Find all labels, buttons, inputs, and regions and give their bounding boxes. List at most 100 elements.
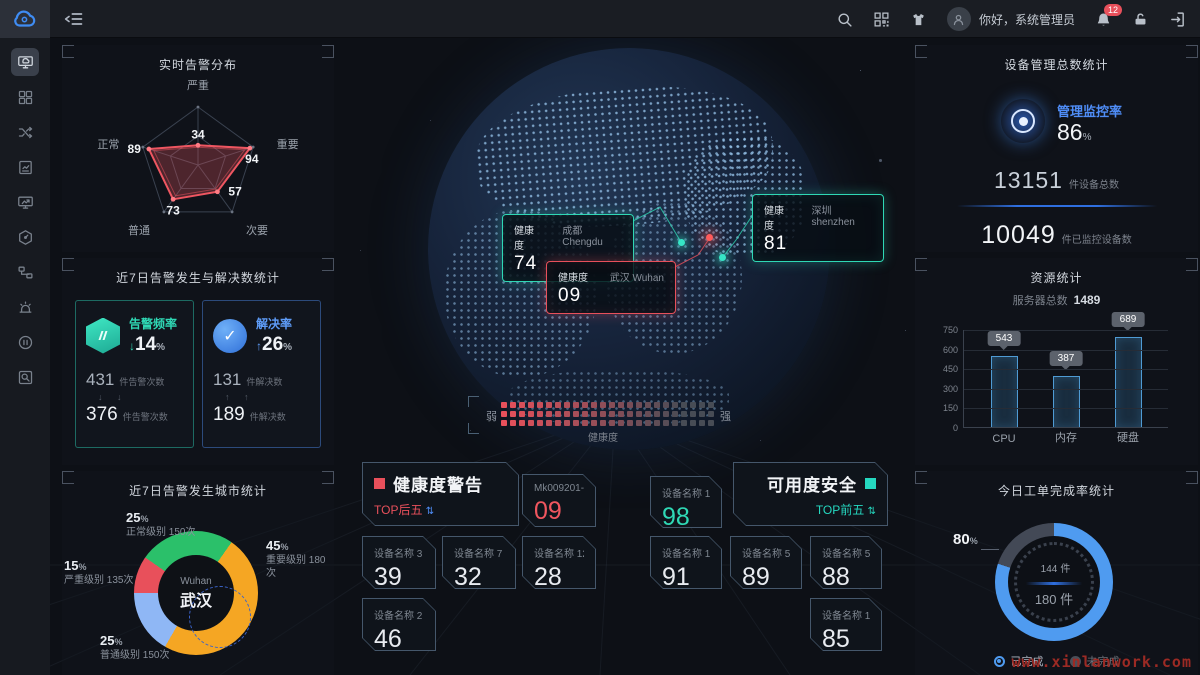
svg-text:89: 89 (128, 142, 142, 156)
collapse-menu-icon[interactable] (64, 9, 84, 29)
search-box-icon (17, 369, 34, 386)
alarm-frequency-card: 告警频率 ↓14% 431件告警次数 ↓ ↓ 376件告警次数 (75, 300, 194, 448)
monitored-total-row: 10049件已监控设备数 (915, 221, 1198, 250)
red-square-icon (374, 478, 385, 489)
device-card[interactable]: 设备名称 10 85 (810, 598, 882, 651)
x-label-memory: 内存 (1055, 429, 1077, 445)
bar-memory (1053, 376, 1080, 427)
warning-subtitle: TOP后五 (374, 503, 422, 517)
bell-icon[interactable]: 12 (1095, 11, 1112, 28)
teal-square-icon (865, 478, 876, 489)
health-strip: 弱 强 健康度 (468, 396, 768, 440)
topology-icon (17, 264, 34, 281)
sidebar-item-alarm[interactable] (11, 293, 39, 321)
svg-text:重要: 重要 (277, 137, 299, 151)
sidebar-item-cloud-monitor[interactable] (11, 48, 39, 76)
health-value: 09 (558, 285, 664, 307)
monitor-rate-label: 管理监控率 (1057, 101, 1122, 120)
svg-text:次要: 次要 (246, 223, 268, 237)
svg-text:34: 34 (191, 127, 205, 141)
warning-headline-panel: 健康度警告 TOP后五 ⇅ (362, 462, 519, 526)
device-card[interactable]: Mk009201-XLL... 09 (522, 474, 596, 527)
device-card[interactable]: 设备名称 2 46 (362, 598, 436, 651)
theme-shirt-icon[interactable] (910, 11, 927, 28)
dashboard-root: 你好，系统管理员 12 实时告警分布 3494577389严重重要次要普通正常 … (0, 0, 1200, 675)
watermark: www.xinlanwork.com (1011, 653, 1192, 671)
greeting-text: 你好，系统管理员 (979, 11, 1075, 28)
sidebar-item-report[interactable] (11, 153, 39, 181)
city-name-en: Wuhan (180, 576, 212, 587)
device-card[interactable]: 设备名称 12 28 (522, 536, 596, 589)
safety-title: 可用度安全 (767, 471, 857, 496)
alarm-count-now: 376 (86, 404, 118, 426)
strip-weak-label: 弱 (486, 408, 497, 424)
top-bar: 你好，系统管理员 12 (0, 0, 1200, 38)
radar-chart: 3494577389严重重要次要普通正常 (62, 71, 334, 247)
device-total-row: 13151件设备总数 (915, 167, 1198, 194)
panel-title: 近7日告警发生城市统计 (62, 471, 334, 499)
x-label-disk: 硬盘 (1117, 429, 1139, 445)
svg-text:94: 94 (245, 152, 259, 166)
dashboard-grid-icon (17, 89, 34, 106)
sidebar-item-audit[interactable] (11, 363, 39, 391)
lock-icon[interactable] (1132, 11, 1149, 28)
strip-axis-label: 健康度 (588, 429, 618, 444)
trend-arrows: ↑ ↑ (225, 392, 310, 402)
sidebar-item-dashboard[interactable] (11, 83, 39, 111)
y-tick: 150 (943, 403, 958, 413)
resolved-now: 189 (213, 404, 245, 426)
cloud-logo-icon (12, 6, 38, 32)
logout-icon[interactable] (1169, 11, 1186, 28)
sidebar-item-data-exchange[interactable] (11, 118, 39, 146)
avatar (947, 7, 971, 31)
device-card[interactable]: 设备名称 12 91 (650, 536, 722, 589)
legend-done-icon (994, 656, 1005, 667)
warning-title: 健康度警告 (393, 471, 483, 496)
svg-text:73: 73 (166, 203, 180, 217)
y-tick: 750 (943, 325, 958, 335)
map-tooltip-wuhan: 健康度武汉 Wuhan 09 (546, 261, 676, 314)
cloud-monitor-icon (17, 54, 34, 71)
device-card[interactable]: 设备名称 5 88 (810, 536, 882, 589)
map-marker-wuhan[interactable] (706, 234, 713, 241)
hex-gauge-icon (17, 229, 34, 246)
search-icon[interactable] (836, 11, 853, 28)
segment-label-normal: 25% 正常级别 150次 (126, 511, 195, 539)
map-marker-shenzhen[interactable] (719, 254, 726, 261)
qr-code-icon[interactable] (873, 11, 890, 28)
device-card[interactable]: 设备名称 5 89 (730, 536, 802, 589)
divider (1026, 582, 1082, 585)
sort-icon[interactable]: ⇅ (426, 506, 434, 517)
panel-alarm-stats: 近7日告警发生与解决数统计 告警频率 ↓14% 431件告警次数 ↓ ↓ 376… (62, 258, 334, 465)
account-menu[interactable]: 你好，系统管理员 (947, 7, 1075, 31)
panel-title: 设备管理总数统计 (915, 45, 1198, 73)
sidebar-item-gauge[interactable] (11, 223, 39, 251)
sidebar-item-topology[interactable] (11, 258, 39, 286)
shuffle-icon (17, 124, 34, 141)
svg-text:57: 57 (228, 185, 242, 199)
alarm-count-prev: 431 (86, 370, 114, 390)
device-card[interactable]: 设备名称 3 39 (362, 536, 436, 589)
report-log-icon (17, 159, 34, 176)
app-logo[interactable] (0, 0, 50, 38)
panel-title: 近7日告警发生与解决数统计 (62, 258, 334, 286)
sort-icon[interactable]: ⇅ (868, 506, 876, 517)
health-value: 81 (764, 233, 872, 255)
sidebar-item-media[interactable] (11, 328, 39, 356)
panel-title: 今日工单完成率统计 (915, 471, 1198, 499)
alarm-frequency-label: 告警频率 (129, 315, 177, 332)
divider (957, 205, 1157, 207)
resolved-prev: 131 (213, 370, 241, 390)
safety-headline-panel: 可用度安全 TOP前五 ⇅ (733, 462, 888, 526)
bar-value-chip: 543 (988, 331, 1021, 346)
map-marker-chengdu[interactable] (678, 239, 685, 246)
panel-resources: 资源统计 服务器总数1489 543 387 689 CPU 内存 硬盘 015… (915, 258, 1198, 465)
y-tick: 0 (953, 423, 958, 433)
check-circle-icon: ✓ (213, 319, 247, 353)
panel-city-stats: 近7日告警发生城市统计 Wuhan 武汉 25% 正常级别 150次 15% 严… (62, 471, 334, 675)
bar-value-chip: 689 (1112, 312, 1145, 327)
device-card[interactable]: 设备名称 1 98 (650, 476, 722, 528)
y-tick: 300 (943, 384, 958, 394)
device-card[interactable]: 设备名称 7 32 (442, 536, 516, 589)
sidebar-item-trend[interactable] (11, 188, 39, 216)
